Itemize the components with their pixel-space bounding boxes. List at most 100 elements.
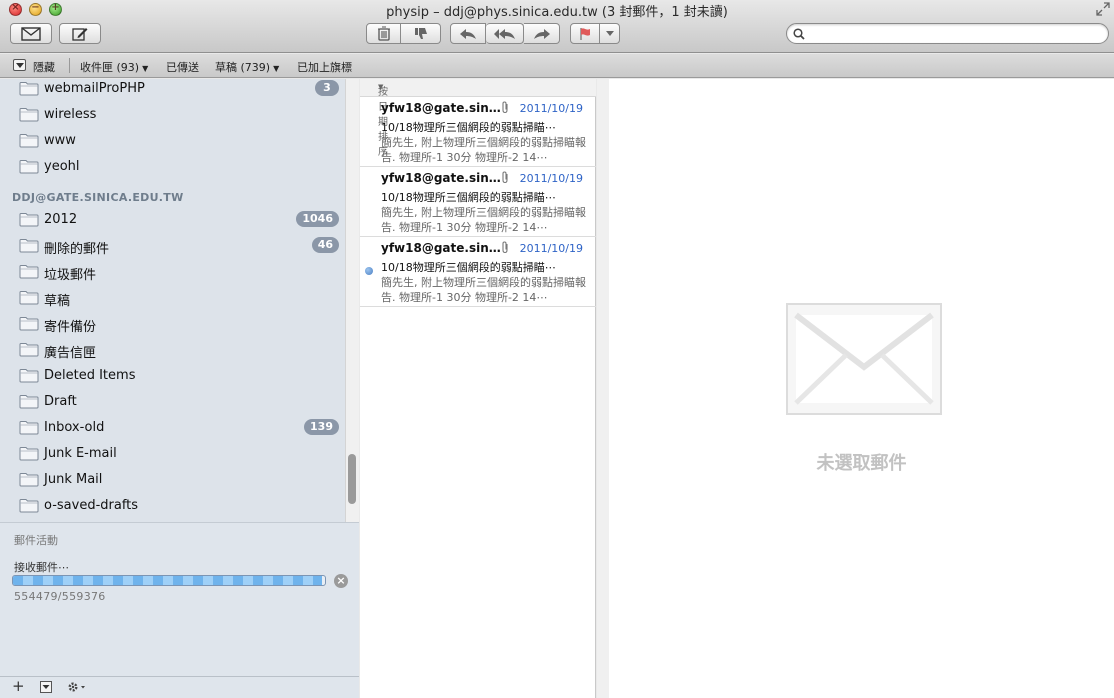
flag-icon <box>580 27 590 40</box>
mailbox-label: 廣告信匣 <box>44 346 97 361</box>
search-field[interactable] <box>786 23 1109 44</box>
folder-icon <box>19 160 39 174</box>
fullscreen-icon[interactable] <box>1096 2 1110 16</box>
message-row[interactable]: yfw18@gate.sin… 2011/10/19 10/18物理所三個網段的弱點… <box>360 97 596 167</box>
envelope-placeholder-icon <box>786 303 942 415</box>
envelope-icon <box>21 26 41 41</box>
unread-count-badge: 3 <box>315 80 339 96</box>
mailbox-label: Junk E-mail <box>44 446 117 461</box>
mailbox-item[interactable]: Inbox-old 139 <box>0 415 345 441</box>
mailbox-label: wireless <box>44 107 97 122</box>
mailbox-item[interactable]: wireless <box>0 102 345 128</box>
no-message-selected-label: 未選取郵件 <box>816 453 907 474</box>
message-date: 2011/10/19 <box>519 172 583 185</box>
sort-bar[interactable]: 按日期排序 ▼ <box>360 79 596 158</box>
mailbox-item[interactable]: Deleted Items <box>0 363 345 389</box>
activity-count: 554479/559376 <box>14 590 106 603</box>
mailbox-label: Junk Mail <box>44 472 103 487</box>
mailbox-item[interactable]: 寄件備份 <box>0 311 345 337</box>
folder-icon <box>19 343 39 357</box>
add-mailbox-button[interactable]: + <box>12 677 25 695</box>
stop-activity-button[interactable]: × <box>334 574 348 588</box>
mailbox-sidebar: DDJ@GATE.SINICA.EDU.TW webmailProPHP 3 wir… <box>0 79 359 698</box>
gear-icon <box>68 682 85 692</box>
message-preview: 簡先生, 附上物理所三個網段的弱點掃瞄報告. 物理所-1 30分 物理所-2 1… <box>381 136 586 164</box>
folder-icon <box>19 421 39 435</box>
sidebar-action-bar: + <box>0 676 359 698</box>
mailbox-item[interactable]: o-saved-drafts <box>0 493 345 519</box>
folder-icon <box>19 473 39 487</box>
message-list: 按日期排序 ▼ yfw18@gate.sin… 2011/10/19 10/18物理… <box>360 79 596 698</box>
mailbox-label: www <box>44 133 76 148</box>
chevron-down-icon: ▼ <box>378 83 384 91</box>
mailbox-item[interactable]: www <box>0 128 345 154</box>
folder-icon <box>19 369 39 383</box>
sidebar-scroll-thumb[interactable] <box>348 454 356 504</box>
message-subject: 10/18物理所三個網段的弱點掃瞄⋯ <box>381 191 556 204</box>
folder-icon <box>19 291 39 305</box>
hide-mailboxes-icon[interactable] <box>13 59 26 71</box>
message-row[interactable]: yfw18@gate.sin… 2011/10/19 10/18物理所三個網段的弱點… <box>360 167 596 237</box>
hide-mailboxes-button[interactable]: 隱藏 <box>33 59 55 75</box>
junk-button[interactable] <box>401 23 441 44</box>
paperclip-icon <box>500 241 510 257</box>
unread-count-badge: 139 <box>304 419 339 435</box>
message-row[interactable]: yfw18@gate.sin… 2011/10/19 10/18物理所三個網段的弱點… <box>360 237 596 307</box>
unread-indicator <box>365 267 373 275</box>
favorite-inbox-label: 收件匣 (93) <box>80 61 140 74</box>
favorites-bar: 隱藏 收件匣 (93) ▼ 已傳送 草稿 (739) ▼ 已加上旗標 <box>0 54 1114 78</box>
mailbox-item[interactable]: 草稿 <box>0 285 345 311</box>
message-preview-pane: 未選取郵件 <box>597 79 1114 698</box>
get-mail-button[interactable] <box>10 23 52 44</box>
mailbox-label: o-saved-drafts <box>44 498 139 513</box>
mailbox-item[interactable]: yeohl <box>0 154 345 180</box>
mailbox-item[interactable]: webmailProPHP 3 <box>0 79 345 102</box>
message-date: 2011/10/19 <box>519 102 583 115</box>
mailbox-item[interactable]: 刪除的郵件 46 <box>0 233 345 259</box>
mailbox-item[interactable]: Draft <box>0 389 345 415</box>
favorite-inbox[interactable]: 收件匣 (93) ▼ <box>80 59 148 75</box>
message-sender: yfw18@gate.sin… <box>381 101 501 115</box>
folder-icon <box>19 265 39 279</box>
favorite-drafts[interactable]: 草稿 (739) ▼ <box>215 59 279 75</box>
forward-button[interactable] <box>524 23 560 44</box>
unread-count-badge: 1046 <box>296 211 339 227</box>
mailbox-label: 草稿 <box>44 294 71 309</box>
message-preview: 簡先生, 附上物理所三個網段的弱點掃瞄報告. 物理所-1 30分 物理所-2 1… <box>381 276 586 304</box>
delete-button[interactable] <box>366 23 401 44</box>
flag-menu-button[interactable] <box>600 23 620 44</box>
action-menu-button[interactable] <box>66 680 86 698</box>
favorite-sent[interactable]: 已傳送 <box>166 59 199 75</box>
mailbox-item[interactable]: Junk E-mail <box>0 441 345 467</box>
receive-progress-fill <box>13 576 322 585</box>
trash-icon <box>377 26 390 41</box>
reply-all-button[interactable] <box>486 23 524 44</box>
mail-activity-panel: 郵件活動 接收郵件⋯ × 554479/559376 <box>0 522 359 677</box>
chevron-down-icon <box>605 30 614 36</box>
folder-icon <box>19 82 39 96</box>
mailbox-label: Draft <box>44 394 77 409</box>
reply-icon <box>460 28 476 39</box>
activity-task-label: 接收郵件⋯ <box>14 561 69 574</box>
mailbox-label: 寄件備份 <box>44 320 97 335</box>
account-header[interactable]: DDJ@GATE.SINICA.EDU.TW <box>12 191 184 204</box>
show-activity-button[interactable] <box>40 681 52 697</box>
message-sender: yfw18@gate.sin… <box>381 241 501 255</box>
mailbox-item[interactable]: Junk Mail <box>0 467 345 493</box>
folder-icon <box>19 395 39 409</box>
mailbox-label: 刪除的郵件 <box>44 242 110 257</box>
message-preview: 簡先生, 附上物理所三個網段的弱點掃瞄報告. 物理所-1 30分 物理所-2 1… <box>381 206 586 234</box>
reply-button[interactable] <box>450 23 486 44</box>
message-subject: 10/18物理所三個網段的弱點掃瞄⋯ <box>381 261 556 274</box>
window-toolbar: × − + physip – ddj@phys.sinica.edu.tw (3… <box>0 0 1114 53</box>
flag-button[interactable] <box>570 23 600 44</box>
mailbox-item[interactable]: 廣告信匣 <box>0 337 345 363</box>
folder-icon <box>19 499 39 513</box>
mailbox-item[interactable]: 2012 1046 <box>0 207 345 233</box>
favorite-flagged[interactable]: 已加上旗標 <box>297 59 352 75</box>
search-input[interactable] <box>809 26 1099 42</box>
reply-all-icon <box>493 28 515 39</box>
compose-button[interactable] <box>59 23 101 44</box>
mailbox-item[interactable]: 垃圾郵件 <box>0 259 345 285</box>
unread-count-badge: 46 <box>311 237 339 253</box>
